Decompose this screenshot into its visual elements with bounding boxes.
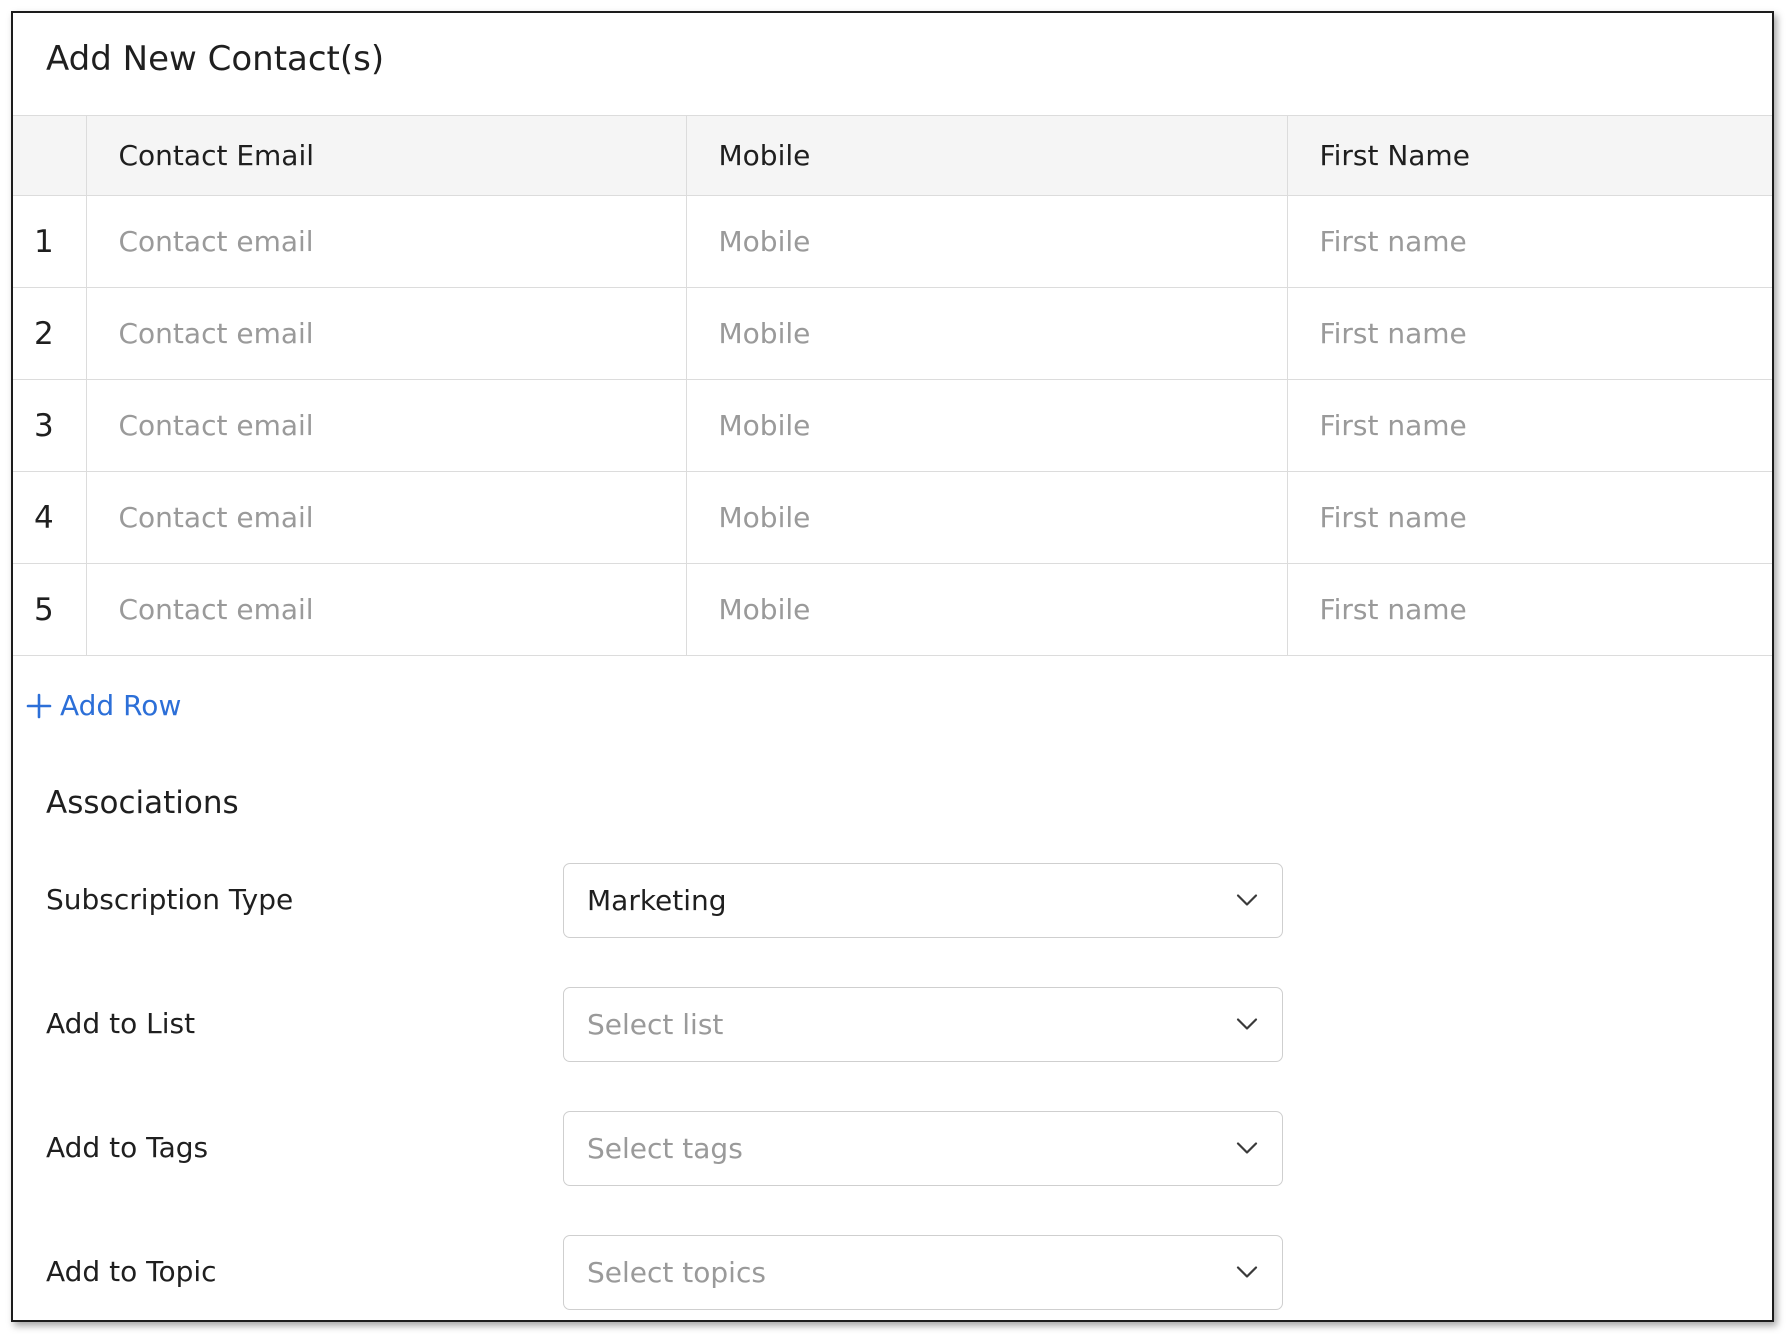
- contacts-table: Contact Email Mobile First Name 1 2 3: [13, 115, 1772, 656]
- first-name-input[interactable]: [1319, 409, 1736, 442]
- first-name-input[interactable]: [1319, 593, 1736, 626]
- mobile-header: Mobile: [685, 115, 1287, 196]
- contact-email-header: Contact Email: [85, 115, 686, 196]
- add-to-topic-placeholder: Select topics: [587, 1256, 766, 1289]
- mobile-input[interactable]: [718, 593, 1242, 626]
- mobile-cell: [685, 287, 1287, 380]
- contact-email-input[interactable]: [118, 317, 641, 350]
- contact-email-cell: [85, 287, 686, 380]
- table-row: 3: [13, 379, 1772, 472]
- table-header-row: Contact Email Mobile First Name: [13, 115, 1772, 196]
- first-name-input[interactable]: [1319, 317, 1736, 350]
- add-to-tags-placeholder: Select tags: [587, 1132, 743, 1165]
- subscription-type-label: Subscription Type: [46, 883, 294, 916]
- add-to-topic-select[interactable]: Select topics: [563, 1235, 1283, 1310]
- mobile-cell: [685, 195, 1287, 288]
- subscription-type-select[interactable]: Marketing: [563, 863, 1283, 938]
- mobile-cell: [685, 379, 1287, 472]
- add-to-list-label: Add to List: [46, 1007, 196, 1040]
- first-name-input[interactable]: [1319, 225, 1736, 258]
- first-name-cell: [1286, 195, 1772, 288]
- chevron-down-icon: [1236, 1015, 1258, 1034]
- plus-icon: [26, 693, 52, 719]
- contact-email-input[interactable]: [118, 593, 641, 626]
- mobile-cell: [685, 471, 1287, 564]
- add-to-topic-label: Add to Topic: [46, 1255, 217, 1288]
- row-number: 2: [13, 287, 86, 380]
- first-name-cell: [1286, 287, 1772, 380]
- chevron-down-icon: [1236, 891, 1258, 910]
- contact-email-cell: [85, 379, 686, 472]
- mobile-input[interactable]: [718, 317, 1242, 350]
- contact-email-cell: [85, 195, 686, 288]
- first-name-cell: [1286, 471, 1772, 564]
- add-to-tags-select[interactable]: Select tags: [563, 1111, 1283, 1186]
- contact-email-input[interactable]: [118, 501, 641, 534]
- table-row: 2: [13, 287, 1772, 380]
- add-to-tags-label: Add to Tags: [46, 1131, 209, 1164]
- table-row: 5: [13, 563, 1772, 656]
- first-name-input[interactable]: [1319, 501, 1736, 534]
- modal-title: Add New Contact(s): [46, 39, 385, 79]
- add-row-button[interactable]: Add Row: [26, 689, 181, 722]
- first-name-header: First Name: [1286, 115, 1772, 196]
- row-number: 1: [13, 195, 86, 288]
- add-row-label: Add Row: [60, 689, 182, 722]
- first-name-cell: [1286, 563, 1772, 656]
- table-row: 1: [13, 195, 1772, 288]
- mobile-input[interactable]: [718, 409, 1242, 442]
- chevron-down-icon: [1236, 1139, 1258, 1158]
- first-name-cell: [1286, 379, 1772, 472]
- table-row: 4: [13, 471, 1772, 564]
- row-number: 5: [13, 563, 86, 656]
- mobile-cell: [685, 563, 1287, 656]
- row-number: 4: [13, 471, 86, 564]
- contact-email-cell: [85, 563, 686, 656]
- mobile-input[interactable]: [718, 501, 1242, 534]
- mobile-input[interactable]: [718, 225, 1242, 258]
- chevron-down-icon: [1236, 1263, 1258, 1282]
- add-to-list-select[interactable]: Select list: [563, 987, 1283, 1062]
- row-number: 3: [13, 379, 86, 472]
- subscription-type-value: Marketing: [587, 884, 727, 917]
- associations-title: Associations: [46, 785, 239, 821]
- contact-email-input[interactable]: [118, 225, 641, 258]
- contact-email-input[interactable]: [118, 409, 641, 442]
- add-to-list-placeholder: Select list: [587, 1008, 724, 1041]
- row-number-header: [13, 115, 86, 196]
- add-contacts-modal: Add New Contact(s) Contact Email Mobile …: [11, 11, 1774, 1322]
- contact-email-cell: [85, 471, 686, 564]
